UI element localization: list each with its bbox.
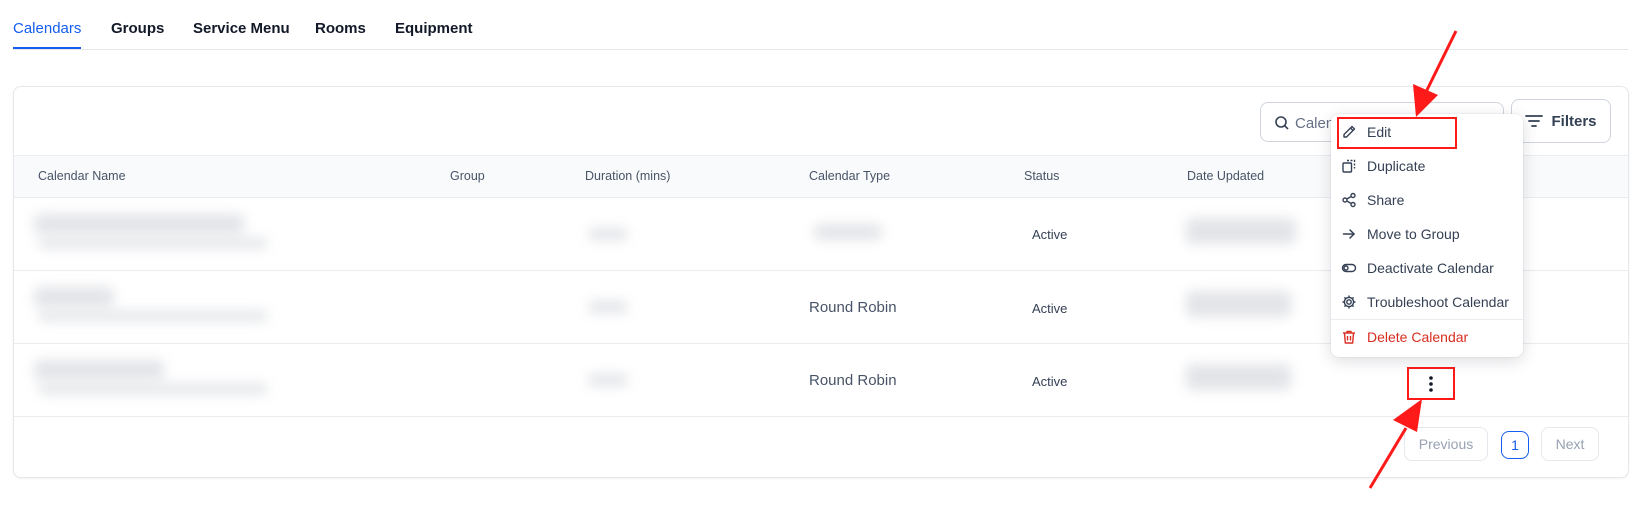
redacted-duration — [588, 301, 628, 313]
gear-icon — [1342, 295, 1356, 309]
menu-item-label: Duplicate — [1367, 158, 1426, 174]
redacted-calendar-link — [38, 384, 268, 394]
header-calendar-name[interactable]: Calendar Name — [38, 169, 126, 183]
redacted-calendar-link — [38, 238, 268, 248]
menu-item-label: Delete Calendar — [1367, 329, 1469, 345]
redacted-calendar-type — [814, 224, 882, 240]
search-icon — [1275, 116, 1289, 130]
tab-calendars[interactable]: Calendars — [13, 20, 82, 49]
calendar-type: Round Robin — [809, 299, 897, 316]
redacted-calendar-link — [38, 311, 268, 321]
tab-equipment[interactable]: Equipment — [395, 20, 473, 37]
next-button[interactable]: Next — [1541, 427, 1599, 461]
header-calendar-type[interactable]: Calendar Type — [809, 169, 890, 183]
filters-label: Filters — [1551, 112, 1597, 130]
tab-rooms[interactable]: Rooms — [315, 20, 366, 37]
redacted-calendar-name — [34, 214, 244, 234]
header-group[interactable]: Group — [450, 169, 485, 183]
tab-bar: Calendars Groups Service Menu Rooms Equi… — [13, 0, 1628, 50]
menu-item-move-to-group[interactable]: Move to Group — [1331, 219, 1523, 249]
toggle-icon — [1341, 263, 1357, 273]
menu-item-label: Share — [1367, 192, 1405, 208]
status-text: Active — [1032, 227, 1068, 242]
filters-button[interactable]: Filters — [1511, 99, 1611, 143]
redacted-calendar-name — [34, 360, 164, 380]
kebab-menu-icon — [1429, 375, 1433, 392]
tab-groups[interactable]: Groups — [111, 20, 164, 37]
menu-item-delete-calendar[interactable]: Delete Calendar — [1331, 322, 1523, 352]
menu-item-edit[interactable]: Edit — [1331, 117, 1523, 147]
redacted-date-updated — [1186, 364, 1291, 390]
duplicate-icon — [1342, 159, 1356, 173]
share-icon — [1342, 192, 1356, 208]
menu-item-troubleshoot-calendar[interactable]: Troubleshoot Calendar — [1331, 287, 1523, 317]
menu-item-label: Edit — [1367, 124, 1392, 140]
redacted-duration — [588, 374, 628, 386]
calendar-type: Round Robin — [809, 372, 897, 389]
filter-lines-icon — [1525, 115, 1544, 127]
pencil-icon — [1343, 125, 1356, 138]
header-status[interactable]: Status — [1024, 169, 1059, 183]
menu-item-label: Move to Group — [1367, 226, 1460, 242]
page-1-button[interactable]: 1 — [1501, 431, 1529, 459]
redacted-date-updated — [1186, 218, 1296, 244]
menu-item-deactivate-calendar[interactable]: Deactivate Calendar — [1331, 253, 1523, 283]
menu-divider — [1331, 319, 1523, 320]
previous-button[interactable]: Previous — [1404, 427, 1488, 461]
redacted-duration — [588, 228, 628, 240]
menu-item-label: Deactivate Calendar — [1367, 260, 1494, 276]
header-duration[interactable]: Duration (mins) — [585, 169, 670, 183]
redacted-date-updated — [1186, 291, 1291, 317]
tab-service-menu[interactable]: Service Menu — [193, 20, 290, 37]
arrow-right-icon — [1342, 229, 1356, 239]
header-date-updated[interactable]: Date Updated — [1187, 169, 1264, 183]
status-text: Active — [1032, 374, 1068, 389]
row-actions-button[interactable] — [1407, 367, 1455, 400]
menu-item-duplicate[interactable]: Duplicate — [1331, 151, 1523, 181]
status-text: Active — [1032, 301, 1068, 316]
menu-item-label: Troubleshoot Calendar — [1367, 294, 1509, 310]
menu-item-share[interactable]: Share — [1331, 185, 1523, 215]
row-actions-menu: Edit Duplicate Share Move to Group Deact… — [1331, 114, 1523, 357]
trash-icon — [1343, 330, 1355, 344]
redacted-calendar-name — [34, 287, 114, 307]
